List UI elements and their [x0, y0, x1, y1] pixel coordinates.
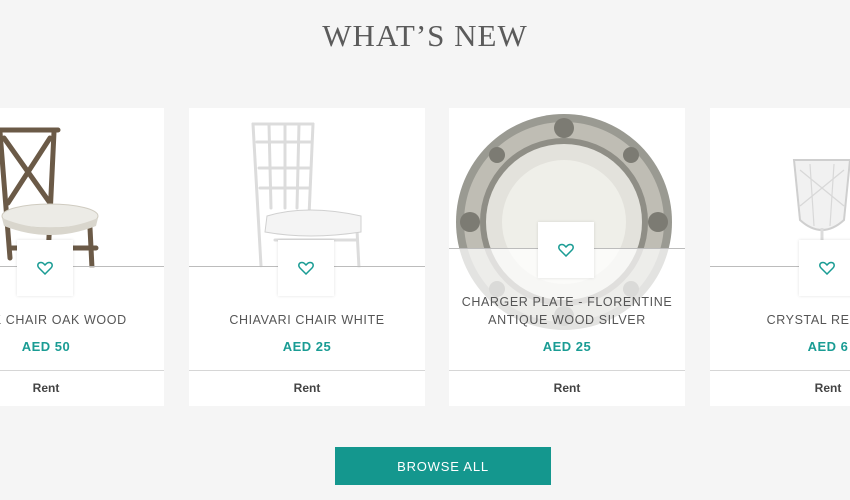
product-card[interactable]: BACK CHAIR OAK WOOD AED 50 Rent — [0, 108, 164, 406]
rent-button[interactable]: Rent — [449, 371, 685, 406]
rent-button[interactable]: Rent — [710, 371, 850, 406]
rent-button[interactable]: Rent — [0, 371, 164, 406]
wishlist-button[interactable] — [278, 240, 334, 296]
product-name[interactable]: CHARGER PLATE - FLORENTINE ANTIQUE WOOD … — [449, 293, 685, 329]
product-price: AED 6 — [807, 339, 849, 354]
heart-icon — [558, 243, 574, 257]
wishlist-button[interactable] — [799, 240, 850, 296]
product-card[interactable]: CHIAVARI CHAIR WHITE AED 25 Rent — [189, 108, 425, 406]
rent-button[interactable]: Rent — [189, 371, 425, 406]
product-card[interactable]: CHARGER PLATE - FLORENTINE ANTIQUE WOOD … — [449, 108, 685, 406]
product-name[interactable]: BACK CHAIR OAK WOOD — [0, 311, 164, 329]
heart-icon — [37, 261, 53, 275]
product-name[interactable]: CHIAVARI CHAIR WHITE — [189, 311, 425, 329]
section-title: WHAT’S NEW — [322, 18, 528, 53]
browse-all-button[interactable]: BROWSE ALL — [335, 447, 551, 485]
product-price: AED 50 — [21, 339, 71, 354]
wishlist-button[interactable] — [538, 222, 594, 278]
product-price: AED 25 — [282, 339, 332, 354]
product-price: AED 25 — [542, 339, 592, 354]
heart-icon — [819, 261, 835, 275]
product-name[interactable]: CRYSTAL RED WIN — [710, 311, 850, 329]
wishlist-button[interactable] — [17, 240, 73, 296]
product-card[interactable]: CRYSTAL RED WIN AED 6 Rent — [710, 108, 850, 406]
product-carousel[interactable]: BACK CHAIR OAK WOOD AED 50 Rent — [0, 108, 850, 406]
heart-icon — [298, 261, 314, 275]
